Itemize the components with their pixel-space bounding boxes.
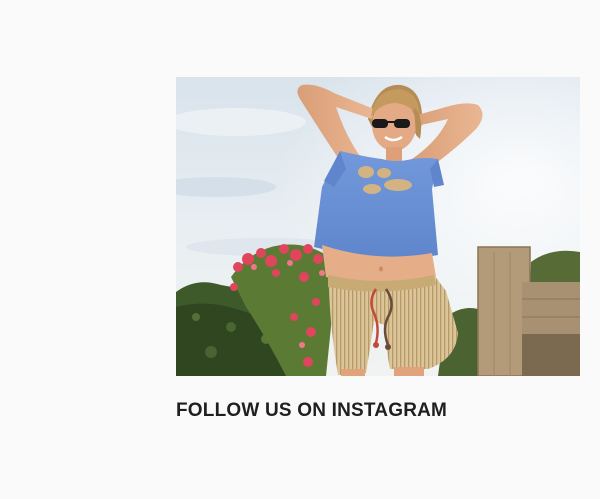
follow-us-heading[interactable]: FOLLOW US ON INSTAGRAM [176,400,447,422]
instagram-photo [176,77,580,376]
instagram-photo-link[interactable] [176,77,580,376]
